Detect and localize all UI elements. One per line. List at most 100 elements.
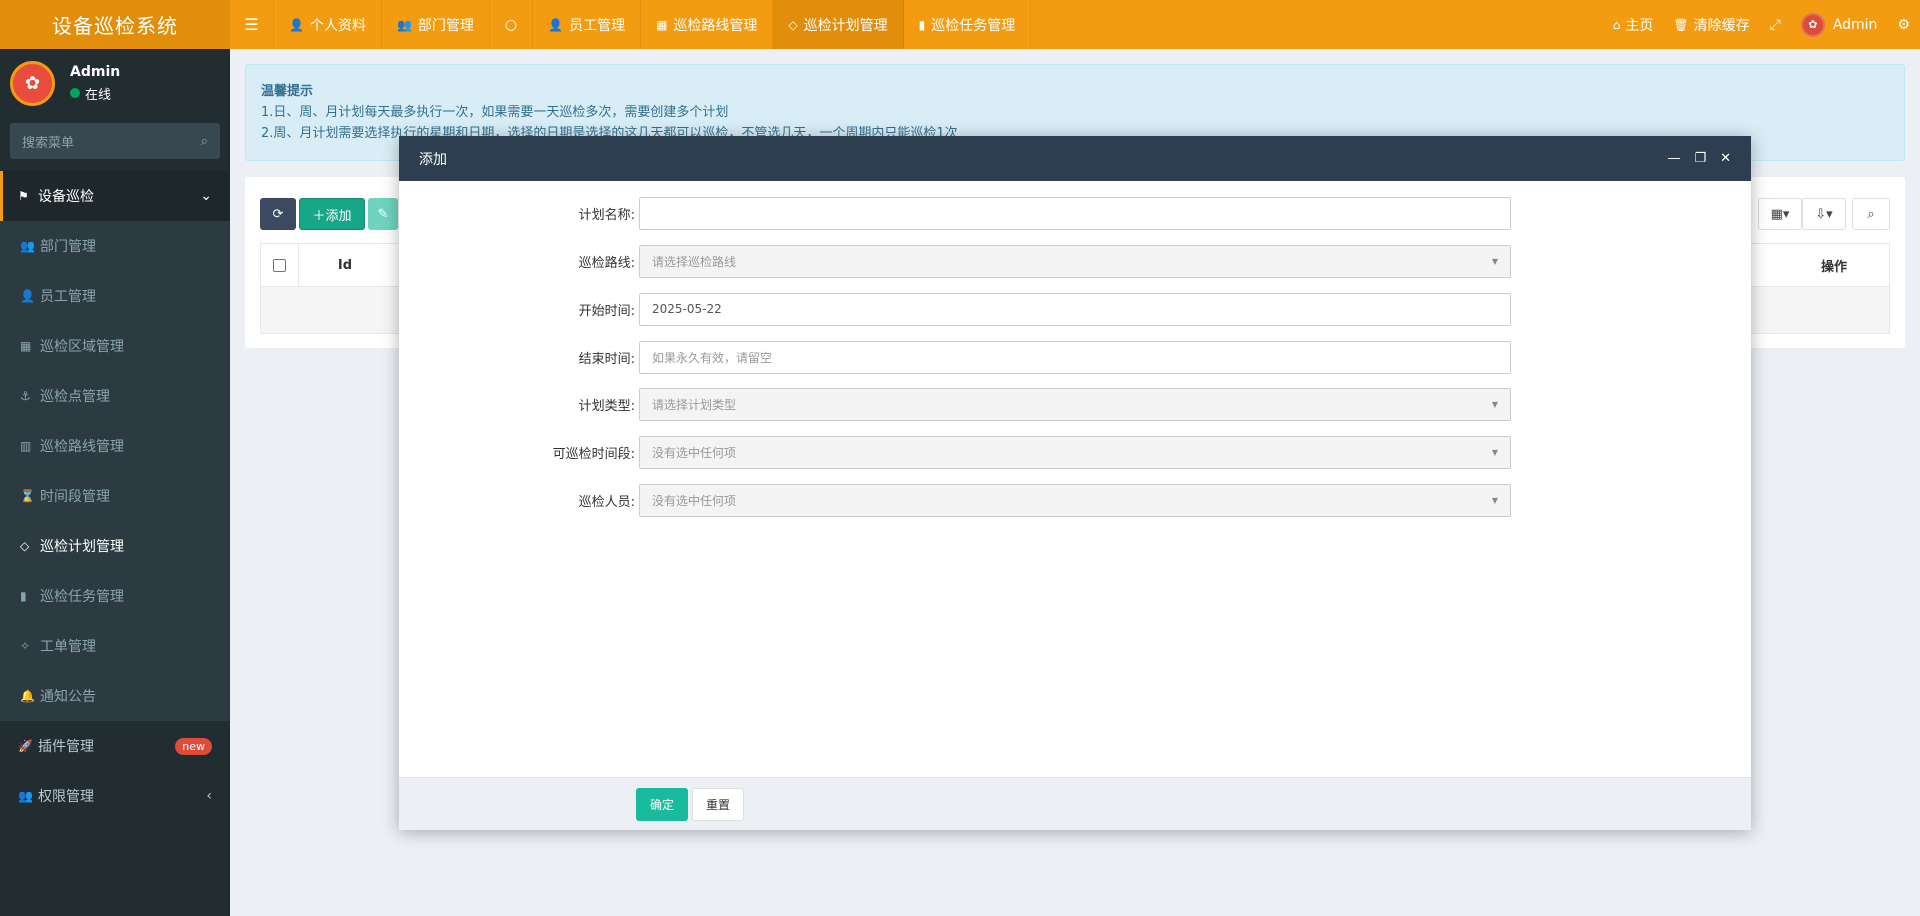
- top-tab-circle[interactable]: ○: [490, 0, 534, 49]
- sidebar-toggle-button[interactable]: ☰: [230, 0, 274, 49]
- refresh-icon: ⟳: [272, 206, 284, 222]
- sidebar: ✿ Admin 在线 搜索菜单 ⌕ ⚑ 设备巡检 ⌄ 👥 部门管理 👤 员工管理 ▦ 巡检…: [0, 49, 230, 916]
- user-icon: 👤: [289, 17, 304, 32]
- add-button[interactable]: ＋添加: [299, 198, 365, 230]
- staff-select[interactable]: 没有选中任何项 ▼: [639, 483, 1511, 517]
- sidebar-item-plan[interactable]: ◇ 巡检计划管理: [0, 521, 230, 571]
- dialog-title: 添加: [419, 151, 447, 168]
- user-icon: 👤: [20, 289, 35, 303]
- hourglass-icon: ⌛: [20, 489, 35, 503]
- clear-cache-button[interactable]: 🗑 清除缓存: [1663, 0, 1759, 49]
- sidebar-item-staff[interactable]: 👤 员工管理: [0, 271, 230, 321]
- sidebar-item-point[interactable]: ⚓ 巡检点管理: [0, 371, 230, 421]
- caret-down-icon: ▼: [1491, 399, 1498, 409]
- select-all-checkbox[interactable]: [273, 258, 286, 272]
- gears-icon: ⚙: [1897, 16, 1910, 33]
- alert-title: 温馨提示: [261, 84, 314, 99]
- sidebar-section-inspection[interactable]: ⚑ 设备巡检 ⌄: [0, 171, 230, 221]
- sidebar-item-department[interactable]: 👥 部门管理: [0, 221, 230, 271]
- code-icon: ◇: [788, 17, 798, 32]
- search-icon: ⌕: [1867, 206, 1875, 222]
- refresh-button[interactable]: ⟳: [260, 198, 296, 230]
- caret-down-icon: ▼: [1491, 447, 1498, 457]
- top-header: 设备巡检系统 ☰ 👤 个人资料 👥 部门管理 ○ 👤 员工管理 ▦ 巡检路线管理 ◇ 巡检…: [0, 0, 1920, 49]
- sidebar-item-permission[interactable]: 👥 权限管理 ‹: [0, 771, 230, 821]
- bell-icon: 🔔: [20, 689, 35, 703]
- avatar: ✿: [10, 60, 55, 106]
- row-plan-type: 计划类型: 请选择计划类型 ▼: [399, 387, 1751, 421]
- timeslot-select[interactable]: 没有选中任何项 ▼: [639, 435, 1511, 469]
- trash-icon: 🗑: [1673, 17, 1689, 32]
- top-tab-task[interactable]: ▮ 巡检任务管理: [904, 0, 1032, 49]
- top-nav: ☰ 👤 个人资料 👥 部门管理 ○ 👤 员工管理 ▦ 巡检路线管理 ◇ 巡检计划管理 ▮ 巡…: [230, 0, 1032, 49]
- bookmark-icon: ▮: [20, 589, 27, 603]
- user-icon: 👤: [548, 17, 564, 32]
- reset-button[interactable]: 重置: [692, 788, 744, 821]
- plan-name-input[interactable]: [639, 196, 1511, 230]
- map-icon: ▥: [20, 439, 32, 453]
- rocket-icon: 🚀: [18, 739, 33, 753]
- end-time-label: 结束时间:: [578, 351, 635, 367]
- top-tab-profile[interactable]: 👤 个人资料: [274, 0, 382, 49]
- pencil-icon: ✎: [377, 206, 389, 222]
- plan-type-label: 计划类型:: [578, 398, 635, 414]
- top-tab-route[interactable]: ▦ 巡检路线管理: [641, 0, 774, 49]
- plan-type-select[interactable]: 请选择计划类型 ▼: [639, 387, 1511, 421]
- sidebar-item-task[interactable]: ▮ 巡检任务管理: [0, 571, 230, 621]
- top-tab-plan[interactable]: ◇ 巡检计划管理: [773, 0, 904, 49]
- menu-icon: ☰: [244, 15, 259, 34]
- sidebar-item-plugin[interactable]: 🚀 插件管理 new: [0, 721, 230, 771]
- row-staff: 巡检人员: 没有选中任何项 ▼: [399, 483, 1751, 517]
- fullscreen-button[interactable]: ⤢: [1760, 0, 1791, 49]
- home-link[interactable]: ⌂ 主页: [1603, 0, 1664, 49]
- start-time-input[interactable]: 2025-05-22: [639, 292, 1511, 326]
- grid-icon: ▦▾: [1770, 206, 1790, 222]
- close-icon[interactable]: ✕: [1720, 151, 1731, 166]
- user-menu[interactable]: ✿ Admin: [1791, 0, 1888, 49]
- caret-down-icon: ▼: [1491, 495, 1498, 505]
- edit-button[interactable]: ✎: [368, 198, 398, 230]
- sidebar-item-workorder[interactable]: ✧ 工单管理: [0, 621, 230, 671]
- confirm-button[interactable]: 确定: [636, 788, 688, 821]
- top-tab-department[interactable]: 👥 部门管理: [382, 0, 490, 49]
- settings-button[interactable]: ⚙: [1887, 0, 1920, 49]
- route-label: 巡检路线:: [578, 255, 635, 271]
- minimize-icon[interactable]: —: [1667, 151, 1680, 166]
- map-icon: ▦: [656, 17, 668, 32]
- users-icon: 👥: [18, 789, 33, 803]
- sidebar-menu: ⚑ 设备巡检 ⌄ 👥 部门管理 👤 员工管理 ▦ 巡检区域管理 ⚓ 巡检点管理 ▥ 巡检路线管…: [0, 171, 230, 821]
- expand-icon: ⤢: [1769, 16, 1781, 33]
- grid-icon: ▦: [20, 339, 32, 353]
- column-header-id[interactable]: Id: [299, 258, 391, 273]
- table-search-button[interactable]: ⌕: [1852, 198, 1890, 230]
- dialog-footer: 确定 重置: [399, 777, 1751, 830]
- start-time-label: 开始时间:: [578, 303, 635, 319]
- search-icon: ⌕: [200, 133, 208, 149]
- route-select[interactable]: 请选择巡检路线 ▼: [639, 244, 1511, 278]
- row-timeslot: 可巡检时间段: 没有选中任何项 ▼: [399, 435, 1751, 469]
- add-plan-dialog: 添加 — ❐ ✕ 计划名称: 巡检路线: 请选择巡检路线 ▼ 开始时间: 2025…: [399, 136, 1751, 830]
- new-badge: new: [175, 737, 212, 755]
- chevron-down-icon: ⌄: [200, 188, 212, 204]
- columns-dropdown-button[interactable]: ▦▾: [1758, 198, 1802, 230]
- row-route: 巡检路线: 请选择巡检路线 ▼: [399, 244, 1751, 278]
- export-dropdown-button[interactable]: ⇩▾: [1802, 198, 1846, 230]
- sidebar-item-notice[interactable]: 🔔 通知公告: [0, 671, 230, 721]
- users-icon: 👥: [20, 239, 35, 253]
- user-status: 在线: [70, 84, 120, 103]
- sidebar-submenu: 👥 部门管理 👤 员工管理 ▦ 巡检区域管理 ⚓ 巡检点管理 ▥ 巡检路线管理 ⌛ 时间段管…: [0, 221, 230, 721]
- anchor-icon: ⚓: [20, 389, 31, 403]
- sidebar-item-route[interactable]: ▥ 巡检路线管理: [0, 421, 230, 471]
- chevron-left-icon: ‹: [206, 788, 212, 804]
- online-dot-icon: [70, 88, 80, 98]
- menu-search-input[interactable]: 搜索菜单 ⌕: [10, 123, 220, 159]
- home-icon: ⌂: [1612, 17, 1621, 32]
- sidebar-item-timeslot[interactable]: ⌛ 时间段管理: [0, 471, 230, 521]
- code-icon: ◇: [20, 539, 30, 553]
- maximize-icon[interactable]: ❐: [1694, 151, 1706, 166]
- top-tab-staff[interactable]: 👤 员工管理: [533, 0, 642, 49]
- sidebar-item-area[interactable]: ▦ 巡检区域管理: [0, 321, 230, 371]
- end-time-input[interactable]: 如果永久有效，请留空: [639, 340, 1511, 374]
- app-logo[interactable]: 设备巡检系统: [0, 0, 230, 49]
- plus-icon: ＋: [312, 208, 326, 224]
